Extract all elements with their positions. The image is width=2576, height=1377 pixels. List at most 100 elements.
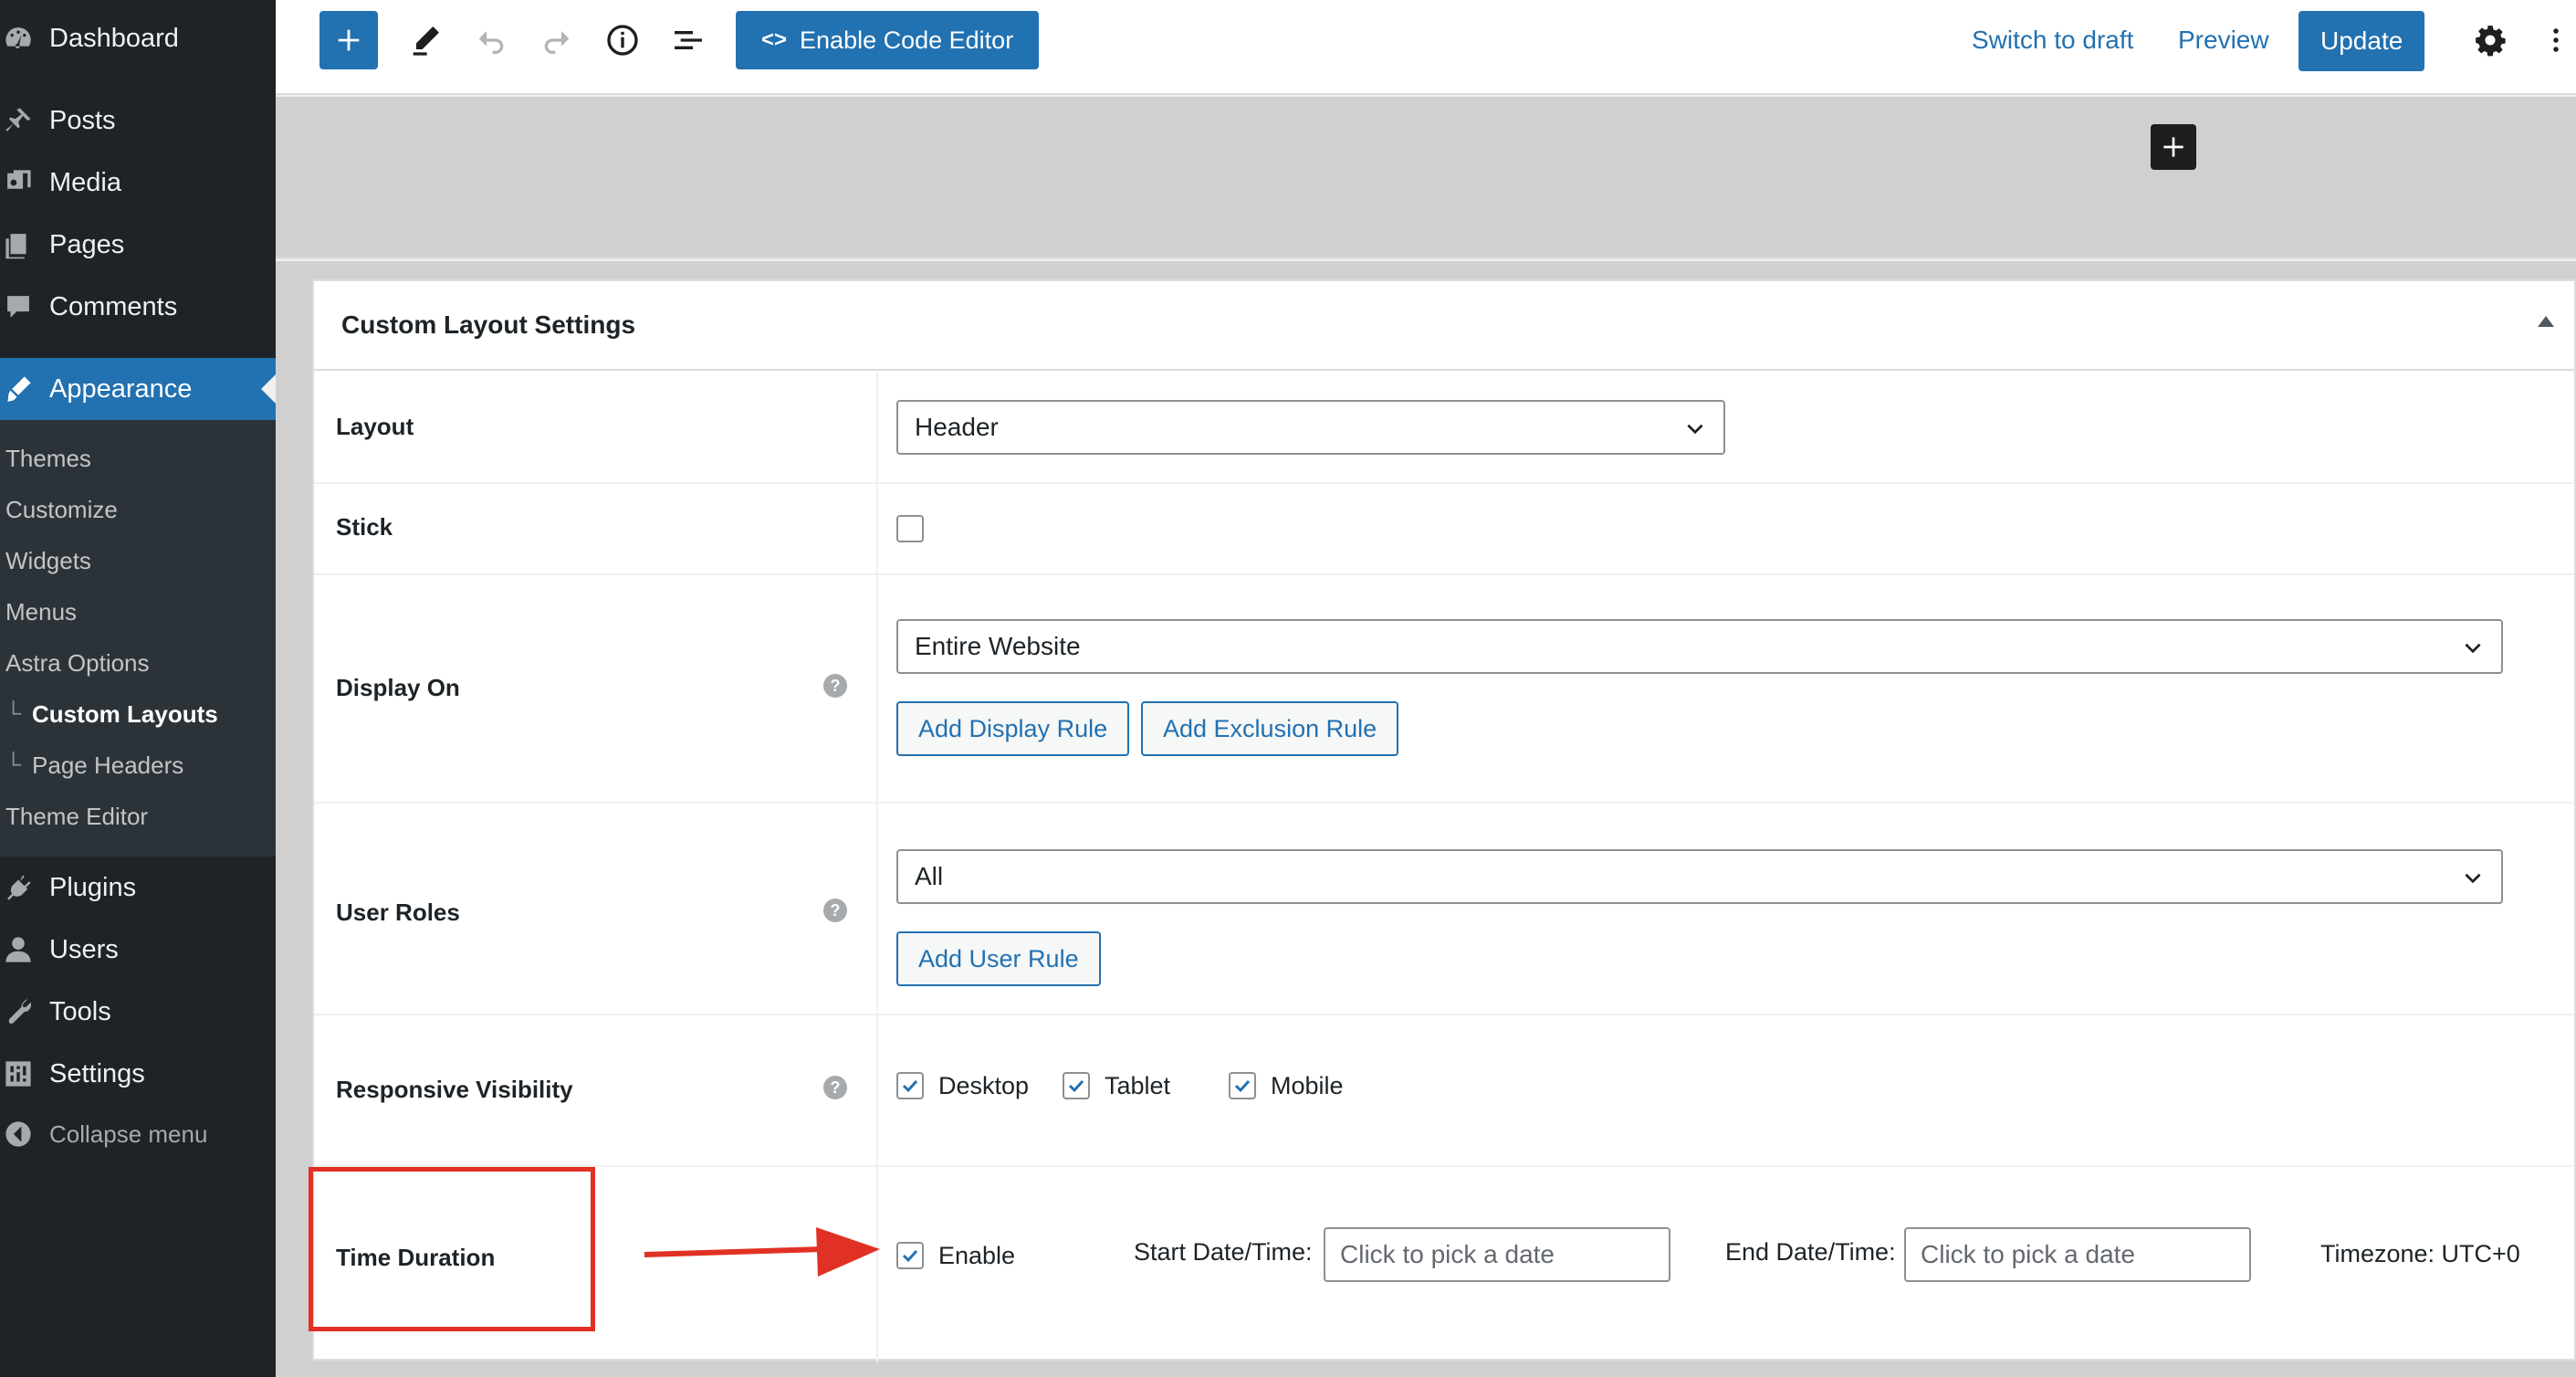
active-indicator [261,374,276,404]
help-icon[interactable]: ? [823,1076,847,1099]
add-exclusion-rule-button[interactable]: Add Exclusion Rule [1141,701,1399,756]
tablet-checkbox[interactable] [1063,1072,1090,1099]
desktop-checkbox[interactable] [896,1072,924,1099]
indent-marker: └ [5,752,22,777]
help-icon[interactable]: ? [823,674,847,698]
metabox-area: Custom Layout Settings Layout Header Sti… [276,261,2576,1377]
editor-toolbar: <> Enable Code Editor Switch to draft Pr… [276,0,2576,95]
chevron-down-icon [2465,873,2481,884]
submenu-item-custom-layouts[interactable]: └ Custom Layouts [5,696,218,732]
menu-item-comments[interactable]: Comments [0,279,276,334]
switch-to-draft-button[interactable]: Switch to draft [1972,20,2133,60]
menu-item-plugins[interactable]: Plugins [0,860,276,915]
list-view-icon [675,31,702,49]
menu-label: Tools [49,996,111,1026]
submenu-item-menus[interactable]: Menus [5,594,77,630]
layout-row: Layout Header [314,373,2574,484]
checkmark-icon [902,1079,918,1093]
desktop-label: Desktop [938,1072,1030,1099]
chevron-down-icon [2465,643,2481,654]
add-user-rule-button[interactable]: Add User Rule [896,931,1101,986]
mobile-checkbox[interactable] [1229,1072,1256,1099]
menu-item-posts[interactable]: Posts [0,93,276,148]
submenu-label: Custom Layouts [32,699,218,728]
checkmark-icon [1068,1079,1084,1093]
menu-item-dashboard[interactable]: Dashboard [0,11,276,66]
preview-button[interactable]: Preview [2178,20,2269,60]
collapse-icon [0,1116,37,1152]
menu-item-tools[interactable]: Tools [0,984,276,1039]
custom-layout-settings-panel: Custom Layout Settings Layout Header Sti… [312,279,2576,1362]
start-date-input[interactable]: Click to pick a date [1324,1227,1670,1282]
layout-select[interactable]: Header [896,400,1725,455]
menu-label: Collapse menu [49,1119,208,1148]
plus-icon [2163,137,2183,157]
details-button[interactable] [601,18,644,62]
more-vertical-icon [2553,28,2559,52]
submenu-label: Widgets [5,546,91,574]
plugin-icon [0,869,37,906]
enable-time-duration-checkbox[interactable] [896,1242,924,1269]
undo-icon [478,31,504,54]
menu-item-users[interactable]: Users [0,922,276,977]
options-button[interactable] [2543,16,2569,64]
settings-button[interactable] [2466,16,2514,64]
layout-label: Layout [336,413,414,440]
submenu-item-page-headers[interactable]: └ Page Headers [5,747,183,783]
tools-button[interactable] [403,18,447,62]
display-on-row: Display On ? Entire Website Add Display … [314,575,2574,804]
tablet-label: Tablet [1105,1072,1171,1099]
wrench-icon [0,993,37,1030]
code-icon: <> [761,27,788,52]
submenu-item-customize[interactable]: Customize [5,491,118,528]
submenu-label: Astra Options [5,648,150,677]
enable-label: Enable [938,1242,1016,1269]
update-button[interactable]: Update [2299,11,2425,71]
inline-block-inserter[interactable] [2151,124,2196,170]
help-icon[interactable]: ? [823,899,847,922]
stick-checkbox[interactable] [896,515,924,542]
select-value: Entire Website [915,632,1081,660]
info-icon [607,25,638,56]
redo-button[interactable] [535,18,579,62]
editor-canvas [276,97,2576,259]
menu-label: Plugins [49,872,137,902]
panel-title: Custom Layout Settings [341,310,636,339]
select-value: Header [915,413,999,441]
add-display-rule-button[interactable]: Add Display Rule [896,701,1130,756]
end-date-label: End Date/Time: [1725,1238,1896,1266]
responsive-visibility-label: Responsive Visibility [336,1076,573,1103]
timezone-label: Timezone: UTC+0 [2320,1240,2520,1267]
menu-label: Comments [49,291,178,321]
mobile-label: Mobile [1271,1072,1344,1099]
collapse-menu-button[interactable]: Collapse menu [0,1107,276,1162]
dashboard-icon [0,20,37,57]
user-roles-label: User Roles [336,899,460,926]
submenu-item-widgets[interactable]: Widgets [5,542,91,579]
user-roles-select[interactable]: All [896,849,2503,904]
submenu-item-astra-options[interactable]: Astra Options [5,645,150,681]
menu-item-media[interactable]: Media [0,155,276,210]
checkmark-icon [1234,1079,1251,1093]
plus-icon [338,29,360,51]
menu-item-settings[interactable]: Settings [0,1046,276,1101]
submenu-label: Themes [5,444,91,472]
add-block-button[interactable] [319,11,378,69]
gear-icon [2476,26,2506,57]
media-icon [0,164,37,201]
pages-icon [0,226,37,263]
responsive-visibility-row: Responsive Visibility ? Desktop Tablet M… [314,1015,2574,1167]
list-view-button[interactable] [666,18,710,62]
display-on-select[interactable]: Entire Website [896,619,2503,674]
submenu-item-theme-editor[interactable]: Theme Editor [5,798,148,835]
end-date-input[interactable]: Click to pick a date [1904,1227,2251,1282]
undo-button[interactable] [469,18,513,62]
menu-item-pages[interactable]: Pages [0,217,276,272]
panel-header[interactable]: Custom Layout Settings [314,281,2574,371]
submenu-item-themes[interactable]: Themes [5,440,91,477]
user-icon [0,931,37,968]
menu-item-appearance[interactable]: Appearance [0,358,276,420]
enable-code-editor-button[interactable]: <> Enable Code Editor [736,11,1040,69]
settings-icon [0,1056,37,1092]
caret-up-icon[interactable] [2538,316,2554,327]
